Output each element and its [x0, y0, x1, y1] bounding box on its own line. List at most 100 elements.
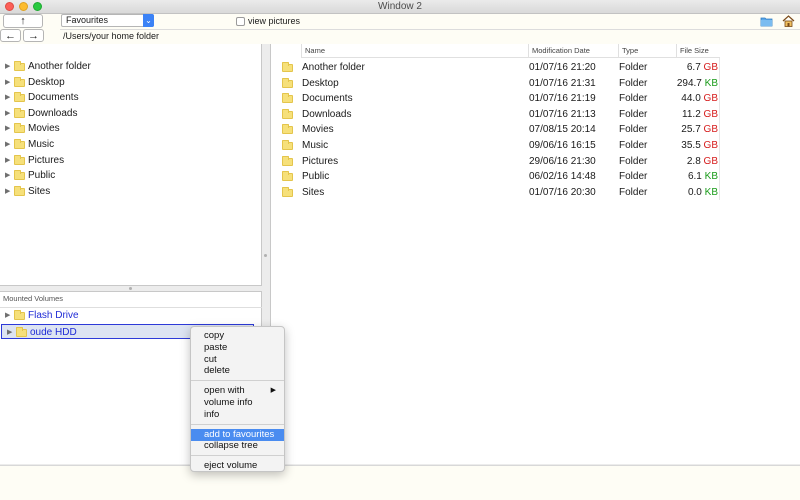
menu-item-open-with[interactable]: open with ▶	[191, 385, 284, 397]
disclosure-triangle-icon[interactable]: ▶	[5, 90, 10, 105]
file-size: 6.1 KB	[671, 169, 718, 184]
modification-date: 07/08/15 20:14	[529, 124, 596, 136]
table-row[interactable]: Pictures 29/06/16 21:30 Folder 2.8 GB	[271, 154, 800, 169]
tree-row[interactable]: ▶ Documents	[0, 90, 262, 105]
menu-item-copy[interactable]: copy	[191, 330, 284, 342]
folder-tree: ▶ Another folder ▶ Desktop ▶ Documents ▶ Downlo…	[0, 44, 262, 286]
file-size: 0.0 KB	[671, 185, 718, 200]
disclosure-triangle-icon[interactable]: ▶	[5, 137, 10, 152]
forward-button[interactable]: →	[23, 29, 44, 42]
volume-row[interactable]: ▶ Flash Drive	[0, 308, 262, 323]
folder-icon	[282, 155, 293, 166]
disclosure-triangle-icon[interactable]: ▶	[5, 106, 10, 121]
menu-item-eject-volume[interactable]: eject volume	[191, 460, 284, 472]
file-size: 35.5 GB	[671, 138, 718, 153]
file-size-value: 35.5	[681, 140, 701, 151]
disclosure-triangle-icon[interactable]: ▶	[5, 168, 10, 183]
up-button[interactable]: ↑	[3, 14, 43, 28]
tree-row[interactable]: ▶ Music	[0, 137, 262, 152]
folder-icon	[14, 92, 25, 103]
file-name: Pictures	[302, 155, 339, 167]
tree-row-label: Sites	[28, 185, 51, 197]
file-type: Folder	[619, 140, 648, 151]
file-size-value: 2.8	[686, 155, 701, 167]
menu-item-paste[interactable]: paste	[191, 342, 284, 354]
tree-row[interactable]: ▶ Another folder	[0, 59, 262, 74]
folder-icon[interactable]	[760, 15, 773, 27]
tree-row[interactable]: ▶ Sites	[0, 184, 262, 199]
menu-separator	[191, 423, 284, 425]
file-name: Desktop	[302, 77, 339, 89]
file-name: Sites	[302, 186, 325, 198]
modification-date: 09/06/16 16:15	[529, 140, 596, 151]
toolbar: ↑ ← → Favourites ⌄ view pictures /Users/…	[0, 14, 800, 44]
menu-item-label: open with	[204, 385, 245, 397]
disclosure-triangle-icon[interactable]: ▶	[5, 75, 10, 90]
menu-item-label: add to favourites	[204, 428, 275, 440]
tree-row-label: Downloads	[28, 107, 78, 119]
tree-row-label: Another folder	[28, 61, 91, 72]
column-header-name[interactable]: Name	[301, 44, 528, 58]
file-type: Folder	[619, 93, 648, 105]
volumes-header: Mounted Volumes	[3, 294, 64, 303]
tree-row-label: Documents	[28, 92, 79, 104]
table-row[interactable]: Documents 01/07/16 21:19 Folder 44.0 GB	[271, 91, 800, 106]
disclosure-triangle-icon[interactable]: ▶	[5, 121, 10, 136]
view-pictures-label[interactable]: view pictures	[248, 16, 300, 26]
menu-item-label: volume info	[204, 397, 253, 408]
status-bar	[0, 465, 800, 500]
table-row[interactable]: Sites 01/07/16 20:30 Folder 0.0 KB	[271, 185, 800, 200]
menu-item-add-to-favourites[interactable]: add to favourites	[191, 428, 284, 441]
file-name: Public	[302, 171, 330, 183]
file-size-unit: KB	[704, 186, 718, 198]
column-header-type[interactable]: Type	[618, 44, 676, 58]
menu-item-collapse-tree[interactable]: collapse tree	[191, 440, 284, 452]
modification-date: 06/02/16 14:48	[529, 171, 596, 183]
file-size: 44.0 GB	[671, 91, 718, 106]
disclosure-triangle-icon[interactable]: ▶	[5, 59, 10, 74]
file-name: Music	[302, 140, 329, 151]
file-type: Folder	[619, 171, 648, 183]
context-menu: copy paste cut delete open with ▶ volume info i…	[190, 326, 285, 472]
table-row[interactable]: Music 09/06/16 16:15 Folder 35.5 GB	[271, 138, 800, 153]
back-button[interactable]: ←	[0, 29, 21, 42]
file-size-unit: KB	[704, 171, 718, 183]
tree-row[interactable]: ▶ Public	[0, 168, 262, 183]
folder-icon	[14, 139, 25, 149]
menu-item-info[interactable]: info	[191, 409, 284, 421]
view-pictures-checkbox[interactable]	[236, 17, 245, 26]
disclosure-triangle-icon[interactable]: ▶	[5, 308, 10, 323]
table-row[interactable]: Public 06/02/16 14:48 Folder 6.1 KB	[271, 169, 800, 184]
file-name: Downloads	[302, 108, 352, 120]
tree-row[interactable]: ▶ Downloads	[0, 106, 262, 121]
window-title: Window 2	[378, 1, 422, 12]
disclosure-triangle-icon[interactable]: ▶	[5, 153, 10, 168]
tree-row[interactable]: ▶ Desktop	[0, 75, 262, 90]
location-select[interactable]: Favourites ⌄	[61, 14, 154, 27]
table-row[interactable]: Movies 07/08/15 20:14 Folder 25.7 GB	[271, 122, 800, 137]
menu-item-volume-info[interactable]: volume info	[191, 397, 284, 409]
file-size-value: 11.2	[682, 108, 701, 120]
home-icon[interactable]	[782, 15, 795, 27]
table-row[interactable]: Another folder 01/07/16 21:20 Folder 6.7 GB	[271, 60, 800, 75]
menu-item-cut[interactable]: cut	[191, 354, 284, 366]
path-field[interactable]: /Users/your home folder	[60, 29, 800, 43]
menu-item-label: info	[204, 408, 220, 420]
column-header-date[interactable]: Modification Date	[528, 44, 618, 58]
table-row[interactable]: Desktop 01/07/16 21:31 Folder 294.7 KB	[271, 76, 800, 91]
tree-row-label: Public	[28, 170, 56, 182]
file-size-unit: GB	[703, 93, 718, 105]
disclosure-triangle-icon[interactable]: ▶	[5, 184, 10, 199]
file-type: Folder	[619, 62, 648, 73]
file-size: 11.2 GB	[671, 107, 718, 122]
tree-row[interactable]: ▶ Movies	[0, 121, 262, 136]
disclosure-triangle-icon[interactable]: ▶	[7, 325, 12, 340]
dropdown-arrow-icon: ⌄	[143, 14, 154, 27]
file-size: 25.7 GB	[671, 122, 718, 137]
menu-item-delete[interactable]: delete	[191, 365, 284, 377]
tree-row[interactable]: ▶ Pictures	[0, 153, 262, 168]
column-header-size[interactable]: File Size	[676, 44, 720, 58]
folder-icon	[14, 61, 25, 71]
table-row[interactable]: Downloads 01/07/16 21:13 Folder 11.2 GB	[271, 107, 800, 122]
file-size-value: 6.7	[686, 62, 701, 73]
